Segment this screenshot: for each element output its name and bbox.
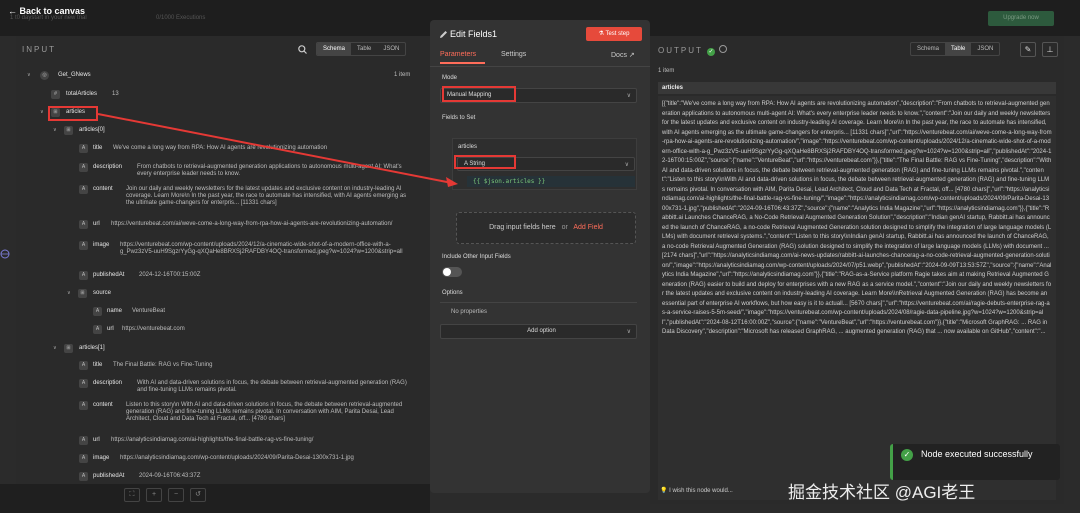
output-json-value: [{"title":"We've come a long way from RP… bbox=[662, 101, 1052, 335]
pin-icon[interactable]: ⊥ bbox=[1042, 42, 1058, 57]
success-check-icon: ✓ bbox=[706, 48, 715, 56]
output-view-json[interactable]: JSON bbox=[971, 43, 999, 55]
success-toast: ✓ Node executed successfully bbox=[890, 444, 1060, 480]
edit-output-icon[interactable]: ✎ bbox=[1020, 42, 1036, 57]
check-icon: ✓ bbox=[901, 449, 913, 461]
output-view-switch: Schema Table JSON bbox=[910, 42, 1001, 56]
globe-icon[interactable] bbox=[0, 249, 10, 259]
output-view-schema[interactable]: Schema bbox=[911, 43, 945, 55]
feedback-prompt[interactable]: 💡 I wish this node would... bbox=[660, 487, 733, 494]
toast-title: Node executed successfully bbox=[921, 449, 1033, 459]
output-title: OUTPUT ✓ bbox=[658, 45, 728, 56]
feedback-text: I wish this node would... bbox=[669, 488, 733, 494]
watermark: 掘金技术社区 @AGI老王 bbox=[788, 483, 976, 502]
output-title-text: OUTPUT bbox=[658, 46, 703, 55]
output-panel: OUTPUT ✓ Schema Table JSON ✎ ⊥ 1 item ar… bbox=[650, 36, 1064, 504]
info-icon[interactable] bbox=[719, 45, 728, 53]
output-cell: [{"title":"We've come a long way from RP… bbox=[658, 96, 1056, 500]
output-view-table[interactable]: Table bbox=[945, 43, 972, 55]
output-item-count: 1 item bbox=[658, 68, 675, 74]
column-header: articles bbox=[658, 82, 1056, 94]
